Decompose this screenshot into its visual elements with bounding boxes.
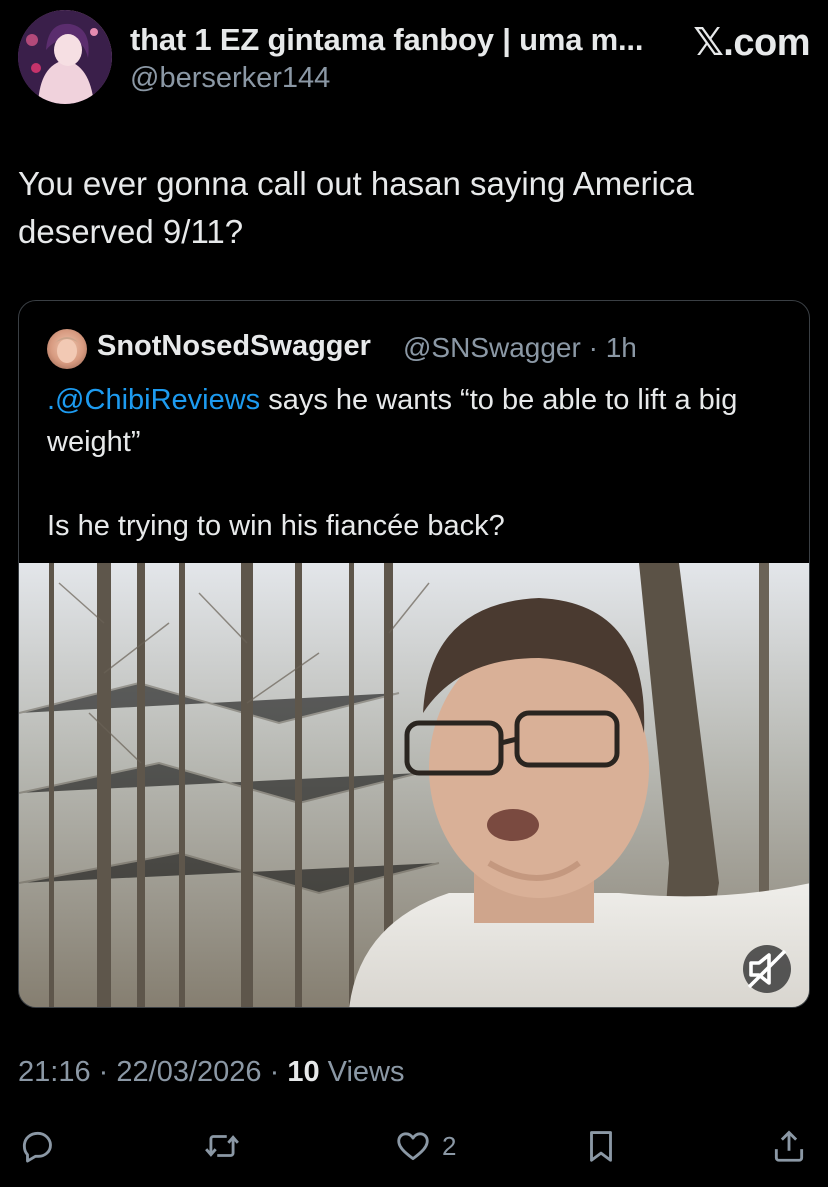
retweet-button[interactable]	[203, 1120, 241, 1172]
author-handle[interactable]: @berserker144	[130, 62, 330, 95]
heart-icon	[397, 1132, 429, 1161]
tweet-header: that 1 EZ gintama fanboy | uma m... @ber…	[18, 10, 810, 106]
like-button[interactable]: 2	[394, 1120, 456, 1172]
tweet-text: You ever gonna call out hasan saying Ame…	[18, 165, 694, 250]
meta-separator: ·	[269, 1056, 280, 1088]
muted-speaker-icon	[747, 949, 787, 989]
meta-separator: ·	[98, 1056, 109, 1088]
meta-separator: ·	[588, 332, 598, 363]
share-button[interactable]	[770, 1120, 808, 1172]
quoted-author-meta: @SNSwagger · 1h	[403, 332, 637, 364]
quoted-tweet-time[interactable]: 1h	[606, 332, 637, 363]
post-metadata: 21:16 · 22/03/2026 · 10 Views	[18, 1056, 405, 1089]
x-brand-logo: 𝕏.com	[693, 22, 810, 64]
mention-link[interactable]: .@ChibiReviews	[47, 384, 260, 416]
author-display-name[interactable]: that 1 EZ gintama fanboy | uma m...	[130, 22, 643, 58]
reply-button[interactable]	[18, 1120, 56, 1172]
quoted-tweet-text: .@ChibiReviews says he wants “to be able…	[47, 379, 787, 547]
post-time[interactable]: 21:16	[18, 1056, 91, 1088]
reply-icon	[22, 1131, 52, 1163]
quoted-tweet-paragraph-2: Is he trying to win his fiancée back?	[47, 510, 505, 542]
bookmark-button[interactable]	[582, 1120, 620, 1172]
like-count: 2	[442, 1130, 457, 1161]
quoted-author-handle[interactable]: @SNSwagger	[403, 332, 581, 363]
quoted-author-avatar[interactable]	[47, 329, 87, 369]
views-count: 10	[287, 1056, 320, 1088]
share-icon	[774, 1130, 804, 1162]
retweet-icon	[205, 1135, 239, 1157]
views-label: Views	[327, 1056, 405, 1088]
video-player[interactable]	[19, 563, 809, 1007]
mute-toggle-button[interactable]	[743, 945, 791, 993]
tweet-page: that 1 EZ gintama fanboy | uma m... @ber…	[0, 0, 828, 1187]
author-avatar[interactable]	[18, 10, 112, 104]
quoted-author-name[interactable]: SnotNosedSwagger	[97, 330, 371, 363]
post-date[interactable]: 22/03/2026	[116, 1056, 261, 1088]
quoted-tweet-paragraph-1: .@ChibiReviews says he wants “to be able…	[47, 379, 787, 463]
bookmark-icon	[590, 1131, 612, 1162]
action-bar: 2	[0, 1120, 828, 1172]
quoted-tweet-card[interactable]: SnotNosedSwagger @SNSwagger · 1h .@Chibi…	[18, 300, 810, 1008]
